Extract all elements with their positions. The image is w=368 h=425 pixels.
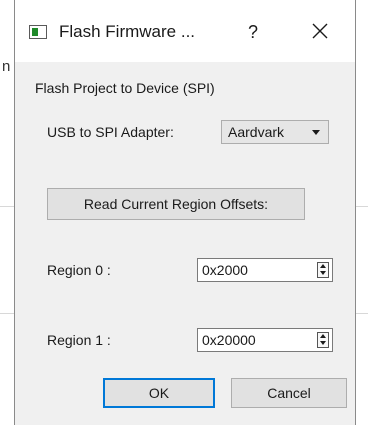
region0-spinbox[interactable] xyxy=(197,258,333,282)
spin-down-icon[interactable] xyxy=(320,271,326,275)
app-icon xyxy=(29,25,47,39)
adapter-label: USB to SPI Adapter: xyxy=(47,124,174,140)
dialog-titlebar[interactable]: Flash Firmware ... ? xyxy=(15,0,355,62)
region1-label: Region 1 : xyxy=(47,332,111,348)
cancel-button[interactable]: Cancel xyxy=(231,378,347,408)
help-button[interactable]: ? xyxy=(241,20,265,44)
spin-arrows-icon[interactable] xyxy=(317,262,329,278)
region0-label: Region 0 : xyxy=(47,262,111,278)
region0-input[interactable] xyxy=(202,260,306,280)
region1-input[interactable] xyxy=(202,330,306,350)
adapter-select[interactable]: Aardvark xyxy=(221,120,329,144)
chevron-down-icon xyxy=(312,130,320,135)
background-divider xyxy=(0,206,14,207)
spin-up-icon[interactable] xyxy=(320,264,326,268)
adapter-select-value: Aardvark xyxy=(228,124,285,140)
spin-down-icon[interactable] xyxy=(320,341,326,345)
close-button[interactable] xyxy=(303,16,337,46)
background-divider xyxy=(356,206,368,207)
region1-spinbox[interactable] xyxy=(197,328,333,352)
spin-up-icon[interactable] xyxy=(320,334,326,338)
close-icon xyxy=(312,23,328,39)
spin-arrows-icon[interactable] xyxy=(317,332,329,348)
section-label: Flash Project to Device (SPI) xyxy=(35,80,215,96)
read-region-offsets-button[interactable]: Read Current Region Offsets: xyxy=(47,188,305,220)
background-divider xyxy=(0,313,14,314)
flash-firmware-dialog: Flash Firmware ... ? Flash Project to De… xyxy=(14,0,356,425)
dialog-title: Flash Firmware ... xyxy=(59,22,196,41)
background-text: n xyxy=(2,58,11,75)
background-divider xyxy=(356,313,368,314)
ok-button[interactable]: OK xyxy=(103,378,215,408)
